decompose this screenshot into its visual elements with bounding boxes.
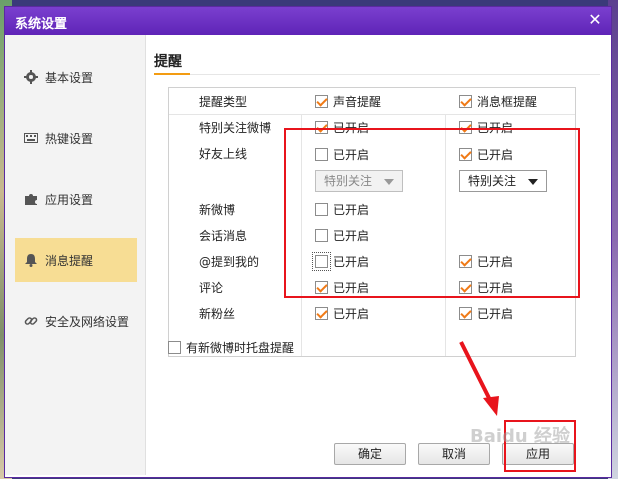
- apply-button[interactable]: 应用: [502, 443, 574, 465]
- link-icon: [23, 313, 39, 329]
- row-label: 会话消息: [199, 229, 248, 243]
- sound-header-label: 声音提醒: [333, 95, 382, 109]
- table-row: 好友上线 已开启 已开启 特别关注 特别关注: [169, 140, 575, 196]
- sidebar-item-basic[interactable]: 基本设置: [15, 55, 137, 99]
- checkbox-label: 已开启: [333, 229, 370, 243]
- ok-button[interactable]: 确定: [334, 443, 406, 465]
- sidebar-item-label: 热键设置: [45, 131, 94, 146]
- popup-toggle[interactable]: 已开启: [459, 146, 513, 163]
- dropdown-value: 特别关注: [324, 174, 373, 188]
- table-row: 会话消息 已开启: [169, 222, 575, 248]
- friend-online-sound-dropdown[interactable]: 特别关注: [315, 170, 403, 192]
- cancel-button[interactable]: 取消: [418, 443, 490, 465]
- checkbox[interactable]: [459, 281, 472, 294]
- dropdown-value: 特别关注: [468, 174, 517, 188]
- table-row: 新粉丝 已开启 已开启: [169, 300, 575, 326]
- row-label: 好友上线: [199, 147, 248, 161]
- sound-toggle[interactable]: 已开启: [312, 252, 370, 271]
- row-label: 特别关注微博: [199, 121, 272, 135]
- popup-toggle[interactable]: 已开启: [459, 279, 513, 296]
- checkbox-label: 已开启: [477, 307, 514, 321]
- annotation-arrow-icon: [459, 341, 499, 416]
- bell-icon: [23, 252, 39, 268]
- checkbox-label: 已开启: [477, 255, 514, 269]
- popup-toggle[interactable]: 已开启: [459, 253, 513, 270]
- sidebar: 基本设置 热键设置 应用设置 消息提醒 安全及网络设置: [5, 35, 146, 475]
- checkbox-label: 已开启: [333, 307, 370, 321]
- checkbox[interactable]: [315, 203, 328, 216]
- close-icon[interactable]: ✕: [587, 12, 603, 28]
- row-label: 评论: [199, 281, 224, 295]
- keyboard-icon: [23, 130, 39, 146]
- table-header-row: 提醒类型 声音提醒 消息框提醒: [169, 88, 575, 115]
- sidebar-item-label: 应用设置: [45, 192, 94, 207]
- window-title: 系统设置: [15, 17, 68, 32]
- checkbox-label: 已开启: [333, 121, 370, 135]
- sound-column-header[interactable]: 声音提醒: [315, 93, 381, 110]
- table-row: 评论 已开启 已开启: [169, 274, 575, 300]
- tray-notification-label: 有新微博时托盘提醒: [186, 341, 295, 355]
- checkbox-label: 已开启: [477, 281, 514, 295]
- notification-settings-panel: 提醒 提醒类型 声音提醒 消息框提醒 特别关注微博 已开启 已开启 好友上线 已…: [146, 35, 611, 475]
- checkbox-label: 已开启: [477, 148, 514, 162]
- sound-toggle[interactable]: 已开启: [315, 201, 369, 218]
- sound-toggle[interactable]: 已开启: [315, 119, 369, 136]
- table-row: @提到我的 已开启 已开启: [169, 248, 575, 274]
- tray-notification-option[interactable]: 有新微博时托盘提醒: [168, 339, 294, 356]
- chevron-down-icon: [384, 179, 394, 185]
- checkbox[interactable]: [315, 148, 328, 161]
- sound-toggle[interactable]: 已开启: [315, 279, 369, 296]
- checkbox[interactable]: [459, 307, 472, 320]
- popup-toggle[interactable]: 已开启: [459, 119, 513, 136]
- sidebar-item-label: 基本设置: [45, 70, 94, 85]
- checkbox[interactable]: [315, 307, 328, 320]
- checkbox[interactable]: [459, 255, 472, 268]
- sidebar-item-security-network[interactable]: 安全及网络设置: [15, 299, 137, 343]
- checkbox-label: 已开启: [333, 148, 370, 162]
- checkbox[interactable]: [315, 121, 328, 134]
- checkbox[interactable]: [312, 252, 331, 271]
- sound-toggle[interactable]: 已开启: [315, 305, 369, 322]
- tray-notification-checkbox[interactable]: [168, 341, 181, 354]
- chevron-down-icon: [528, 179, 538, 185]
- checkbox-label: 已开启: [333, 203, 370, 217]
- checkbox-label: 已开启: [477, 121, 514, 135]
- sidebar-item-label: 消息提醒: [45, 253, 94, 268]
- puzzle-icon: [23, 191, 39, 207]
- sidebar-item-hotkeys[interactable]: 热键设置: [15, 116, 137, 160]
- row-label: 新微博: [199, 203, 236, 217]
- notification-table: 提醒类型 声音提醒 消息框提醒 特别关注微博 已开启 已开启 好友上线 已开启 …: [168, 87, 576, 357]
- sidebar-item-label: 安全及网络设置: [45, 314, 130, 329]
- sidebar-item-apps[interactable]: 应用设置: [15, 177, 137, 221]
- checkbox[interactable]: [459, 121, 472, 134]
- heading-divider: [190, 74, 600, 75]
- sound-toggle[interactable]: 已开启: [315, 146, 369, 163]
- checkbox[interactable]: [315, 229, 328, 242]
- type-column-header: 提醒类型: [199, 95, 248, 109]
- checkbox[interactable]: [459, 148, 472, 161]
- checkbox-label: 已开启: [333, 281, 370, 295]
- friend-online-popup-dropdown[interactable]: 特别关注: [459, 170, 547, 192]
- row-label: 新粉丝: [199, 307, 236, 321]
- settings-window: 系统设置 ✕ 基本设置 热键设置 应用设置 消息提醒 安全及网络设置 提醒 提醒…: [4, 6, 612, 478]
- sound-toggle[interactable]: 已开启: [315, 227, 369, 244]
- section-heading: 提醒: [154, 54, 182, 70]
- sidebar-item-notifications[interactable]: 消息提醒: [15, 238, 137, 282]
- gear-icon: [23, 69, 39, 85]
- popup-toggle[interactable]: 已开启: [459, 305, 513, 322]
- checkbox-label: 已开启: [333, 255, 370, 269]
- table-row: 特别关注微博 已开启 已开启: [169, 114, 575, 140]
- heading-underline: [154, 73, 190, 75]
- checkbox[interactable]: [315, 281, 328, 294]
- popup-all-checkbox[interactable]: [459, 95, 472, 108]
- popup-header-label: 消息框提醒: [477, 95, 538, 109]
- sound-all-checkbox[interactable]: [315, 95, 328, 108]
- row-label: @提到我的: [199, 255, 260, 269]
- popup-column-header[interactable]: 消息框提醒: [459, 93, 537, 110]
- table-row: 新微博 已开启: [169, 196, 575, 222]
- title-bar[interactable]: 系统设置 ✕: [5, 7, 611, 35]
